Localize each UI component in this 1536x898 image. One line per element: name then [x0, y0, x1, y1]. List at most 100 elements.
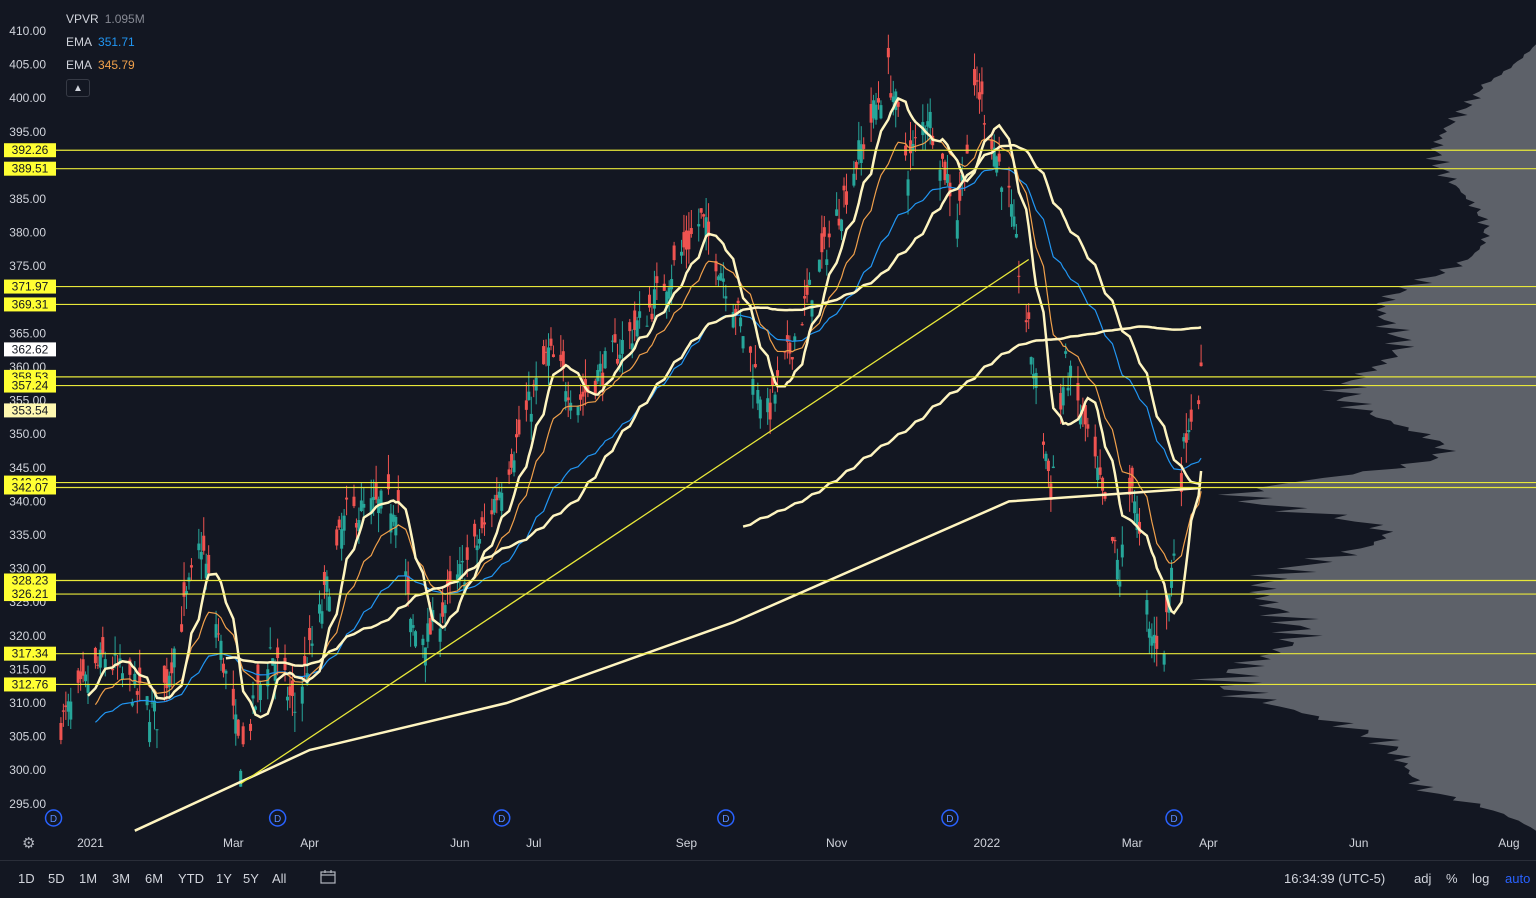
- candle-body: [219, 640, 223, 660]
- x-tick-label: Jul: [526, 836, 541, 850]
- candle-body: [202, 535, 206, 551]
- range-5y-button[interactable]: 5Y: [243, 871, 259, 886]
- candle-body: [1113, 539, 1117, 542]
- candle-body: [507, 469, 511, 475]
- candle-body: [928, 111, 932, 129]
- candle-body: [1098, 467, 1102, 475]
- candle-body: [285, 696, 289, 701]
- candle-body: [1066, 387, 1070, 391]
- candle-body: [189, 565, 193, 568]
- legend-ema-1-name: EMA: [66, 35, 93, 49]
- candle-body: [638, 311, 642, 318]
- candle-body: [1170, 567, 1174, 588]
- price-label: 342.07: [12, 480, 49, 494]
- candle-body: [551, 354, 555, 358]
- candle-body: [1115, 559, 1119, 580]
- legend-vpvr[interactable]: VPVR 1.095M: [66, 8, 145, 31]
- candle-body: [514, 434, 518, 438]
- candle-body: [776, 370, 780, 376]
- candle-body: [103, 659, 107, 668]
- candle-body: [111, 668, 115, 671]
- candle-body: [566, 397, 570, 401]
- candle-body: [808, 279, 812, 285]
- candle-body: [699, 208, 703, 213]
- y-tick-label: 310.00: [9, 696, 46, 710]
- candle-body: [492, 499, 496, 513]
- candle-body: [913, 137, 917, 139]
- legend-ema-2[interactable]: EMA 345.79: [66, 54, 145, 77]
- price-label: 392.26: [12, 143, 49, 157]
- candle-body: [615, 358, 619, 364]
- x-tick-label: Jun: [1349, 836, 1368, 850]
- candle-body: [965, 144, 969, 154]
- candle-body: [133, 673, 137, 686]
- plot-background: [0, 0, 1536, 860]
- candle-body: [84, 674, 88, 682]
- candle-body: [1009, 204, 1013, 217]
- candle-body: [207, 554, 211, 573]
- range-6m-button[interactable]: 6M: [145, 871, 163, 886]
- candle-body: [980, 81, 984, 95]
- range-1d-button[interactable]: 1D: [18, 871, 35, 886]
- price-label: 328.23: [12, 573, 49, 587]
- price-label: 389.51: [12, 162, 49, 176]
- price-chart[interactable]: 410.00 405.00 400.00 395.00 385.00 380.00 375.…: [0, 0, 1536, 860]
- candle-body: [886, 47, 890, 58]
- candle-body: [500, 492, 504, 511]
- candle-body: [1044, 453, 1048, 462]
- x-tick-label: Apr: [1199, 836, 1218, 850]
- candle-body: [69, 701, 73, 720]
- candle-body: [414, 631, 418, 647]
- timezone-clock[interactable]: 16:34:39 (UTC-5): [1284, 871, 1385, 886]
- date-range-calendar-icon[interactable]: [320, 870, 336, 884]
- y-tick-label: 375.00: [9, 259, 46, 273]
- y-tick-label: 305.00: [9, 730, 46, 744]
- legend-ema-1[interactable]: EMA 351.71: [66, 31, 145, 54]
- candle-body: [753, 364, 757, 368]
- range-5d-button[interactable]: 5D: [48, 871, 65, 886]
- candle-body: [180, 624, 184, 632]
- dividend-marker-label: D: [50, 814, 57, 825]
- collapse-legend-chevron-up-icon[interactable]: ▲: [66, 79, 90, 97]
- candle-body: [862, 144, 866, 149]
- candle-body: [293, 711, 297, 713]
- candle-body: [59, 722, 63, 740]
- y-tick-label: 340.00: [9, 494, 46, 508]
- candle-body: [167, 675, 171, 687]
- candle-body: [529, 413, 533, 422]
- percent-scale-button[interactable]: %: [1446, 871, 1458, 886]
- candle-body: [527, 391, 531, 401]
- price-label: 362.62: [12, 342, 49, 356]
- range-ytd-button[interactable]: YTD: [178, 871, 204, 886]
- range-3m-button[interactable]: 3M: [112, 871, 130, 886]
- candle-body: [458, 564, 462, 578]
- candle-body: [1145, 600, 1149, 615]
- candle-body: [224, 670, 228, 674]
- candle-body: [155, 729, 159, 731]
- candle-body: [842, 185, 846, 191]
- range-all-button[interactable]: All: [272, 871, 286, 886]
- auto-scale-button[interactable]: auto: [1505, 871, 1530, 886]
- range-1m-button[interactable]: 1M: [79, 871, 97, 886]
- candle-body: [1162, 653, 1166, 665]
- candle-body: [736, 300, 740, 304]
- bottom-toolbar: 1D 5D 1M 3M 6M YTD 1Y 5Y All 16:34:39 (U…: [0, 860, 1536, 898]
- candle-body: [598, 363, 602, 372]
- settings-gear-icon[interactable]: ⚙: [22, 834, 35, 852]
- candle-body: [478, 538, 482, 544]
- log-scale-button[interactable]: log: [1472, 871, 1489, 886]
- legend-ema-2-name: EMA: [66, 58, 93, 72]
- price-label: 357.24: [12, 379, 49, 393]
- candle-body: [308, 627, 312, 641]
- candle-body: [620, 340, 624, 354]
- candle-body: [135, 691, 139, 695]
- candle-body: [1061, 387, 1065, 406]
- range-1y-button[interactable]: 1Y: [216, 871, 232, 886]
- x-tick-label: Apr: [300, 836, 319, 850]
- candle-body: [982, 123, 986, 125]
- candle-body: [61, 710, 65, 712]
- candle-body: [672, 245, 676, 261]
- adj-button[interactable]: adj: [1414, 871, 1431, 886]
- candle-body: [1120, 544, 1124, 558]
- y-tick-label: 315.00: [9, 662, 46, 676]
